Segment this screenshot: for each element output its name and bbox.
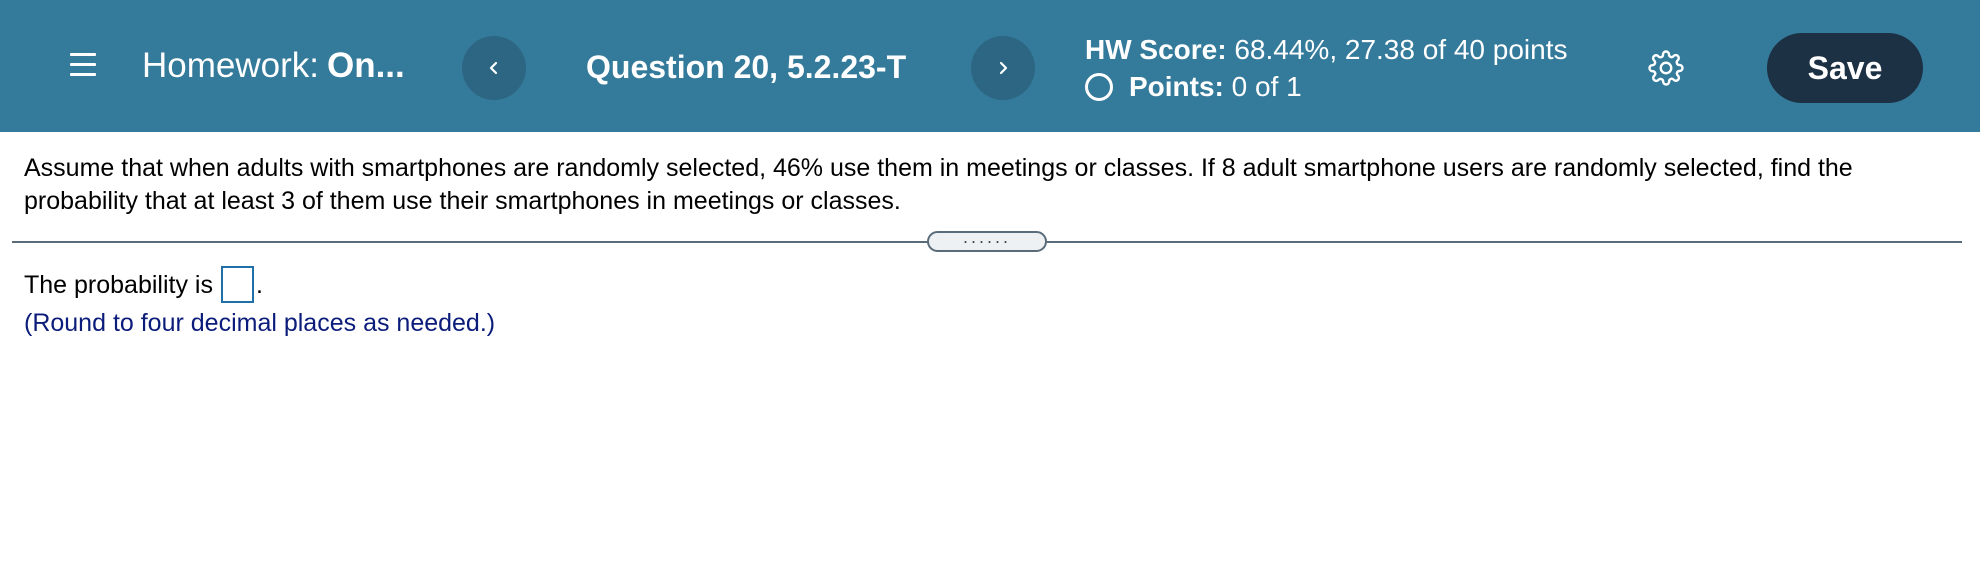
answer-prompt: The probability is — [24, 271, 213, 299]
radio-icon — [1085, 72, 1113, 101]
save-button[interactable]: Save — [1767, 33, 1923, 103]
points-status: Points: 0 of 1 — [1085, 68, 1302, 106]
answer-input[interactable] — [220, 265, 254, 303]
answer-line: The probability is. — [24, 265, 263, 306]
answer-suffix: . — [255, 271, 263, 299]
chevron-right-icon — [999, 61, 1008, 75]
next-question-button[interactable] — [971, 36, 1035, 100]
hw-score: HW Score: 68.44%, 27.38 of 40 points — [1085, 32, 1568, 68]
menu-icon[interactable] — [68, 50, 98, 80]
hw-score-label: HW Score: — [1085, 34, 1227, 65]
drag-handle-dots: ...... — [962, 227, 1011, 247]
rounding-hint: (Round to four decimal places as needed.… — [24, 309, 496, 337]
homework-name: On... — [326, 46, 405, 85]
gear-icon[interactable] — [1648, 50, 1684, 86]
hw-score-value: 68.44%, 27.38 of 40 points — [1234, 34, 1568, 65]
top-bar: Homework: On... Question 20, 5.2.23-T HW … — [0, 0, 1980, 132]
homework-title[interactable]: Homework: On... — [142, 44, 405, 88]
divider-drag-handle[interactable]: ...... — [927, 227, 1047, 252]
homework-prefix: Homework: — [142, 46, 319, 85]
question-title[interactable]: Question 20, 5.2.23-T — [586, 46, 906, 88]
points-label: Points: — [1129, 71, 1224, 102]
question-text: Assume that when adults with smartphones… — [24, 154, 1853, 215]
points-value: 0 of 1 — [1231, 71, 1302, 102]
previous-question-button[interactable] — [462, 36, 526, 100]
chevron-left-icon — [489, 61, 498, 75]
